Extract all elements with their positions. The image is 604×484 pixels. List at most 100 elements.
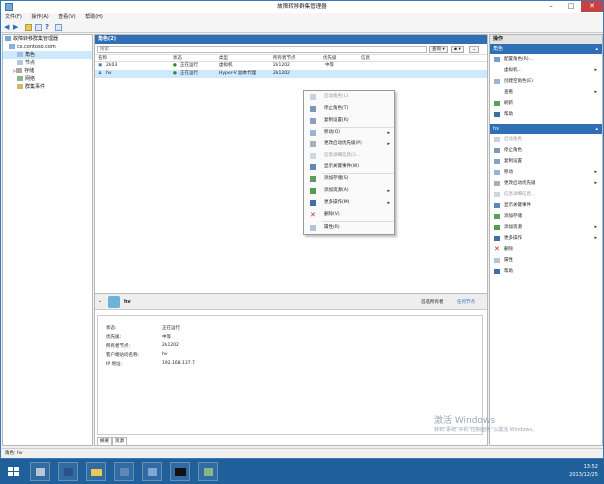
actions-section-roles[interactable]: 角色 ▴ — [490, 44, 602, 54]
actions-section-hv[interactable]: hv ▴ — [490, 124, 602, 134]
menu-add-storage[interactable]: 添加存储(S) — [304, 174, 394, 184]
tree-item-label: 角色 — [25, 52, 36, 58]
explorer-taskbar-button[interactable] — [86, 462, 106, 481]
query-button[interactable]: 查询 ▾ — [429, 46, 448, 53]
col-owner[interactable]: 所有者节点 — [273, 55, 296, 62]
action-start-role[interactable]: 启动角色 — [490, 134, 602, 145]
action-change-priority[interactable]: 更改启动优先级 ▸ — [490, 178, 602, 189]
action-virtual-machines[interactable]: 虚拟机... ▸ — [490, 65, 602, 76]
menu-start-role[interactable]: 启动角色(L) — [304, 92, 394, 102]
folder-icon[interactable] — [25, 24, 32, 31]
maximize-button[interactable]: □ — [563, 1, 579, 12]
action-stop-role[interactable]: 停止角色 — [490, 145, 602, 156]
properties-icon — [494, 258, 500, 263]
tree-item-networks[interactable]: 网络 — [3, 75, 92, 83]
action-info-details[interactable]: 信息详细信息... — [490, 189, 602, 200]
minimize-button[interactable]: – — [543, 1, 559, 12]
tab-resources[interactable]: 资源 — [112, 437, 127, 446]
properties-icon[interactable] — [35, 24, 42, 31]
menu-add-resource[interactable]: 添加资源(A) ▸ — [304, 186, 394, 196]
tree-root[interactable]: 故障转移群集管理器 — [3, 35, 92, 43]
toolbar: ◀ ▶ ? — [1, 22, 603, 33]
action-delete[interactable]: ✕ 删除 — [490, 244, 602, 255]
table-row[interactable]: ♟ hv ● 正在运行 Hyper-V 副本代理 2k1202 — [95, 70, 487, 78]
menu-more-actions[interactable]: 更多操作(M) ▸ — [304, 198, 394, 208]
empty-role-icon — [494, 79, 500, 84]
menu-item-label: 移动(O) — [324, 130, 341, 135]
action-create-empty-role[interactable]: 创建空角色(E) — [490, 76, 602, 87]
action-replication-settings[interactable]: 复制设置 — [490, 156, 602, 167]
action-label: 帮助 — [504, 269, 513, 274]
row-type: 虚拟机 — [219, 63, 233, 68]
col-name[interactable]: 名称 — [98, 55, 107, 62]
network-icon — [17, 76, 23, 81]
action-add-storage[interactable]: 添加存储 — [490, 211, 602, 222]
tree-item-nodes[interactable]: 节点 — [3, 59, 92, 67]
col-status[interactable]: 状态 — [173, 55, 182, 62]
menu-item-label: 更多操作(M) — [324, 200, 350, 205]
collapse-button[interactable]: ⌄ — [469, 46, 479, 53]
events-icon — [17, 84, 23, 89]
powershell-taskbar-button[interactable] — [58, 462, 78, 481]
menu-stop-role[interactable]: 停止角色(T) — [304, 104, 394, 114]
menu-help[interactable]: 帮助(H) — [81, 13, 107, 22]
menu-change-priority[interactable]: 更改启动优先级(P) ▸ — [304, 139, 394, 149]
tree-item-label: 网络 — [25, 76, 36, 82]
search-input[interactable]: 搜索 — [97, 46, 427, 53]
col-info[interactable]: 信息 — [361, 55, 370, 62]
action-refresh[interactable]: 刷新 — [490, 98, 602, 109]
menu-show-critical-events[interactable]: 显示关键事件(W) — [304, 162, 394, 172]
tree-item-events[interactable]: 群集事件 — [3, 83, 92, 91]
action-move[interactable]: 移动 ▸ — [490, 167, 602, 178]
menu-view[interactable]: 查看(V) — [54, 13, 79, 22]
action-view[interactable]: 查看 ▸ — [490, 87, 602, 98]
submenu-arrow-icon: ▸ — [594, 180, 597, 186]
system-clock[interactable]: 13:52 2013/12/25 — [569, 463, 598, 479]
action-label: 查看 — [504, 90, 513, 95]
forward-icon[interactable]: ▶ — [13, 24, 20, 31]
tab-summary[interactable]: 摘要 — [97, 437, 112, 446]
action-help[interactable]: 帮助 — [490, 109, 602, 120]
help-icon[interactable]: ? — [45, 24, 52, 31]
cluster-manager-taskbar-button[interactable] — [142, 462, 162, 481]
menu-action[interactable]: 操作(A) — [27, 13, 52, 22]
menu-delete[interactable]: ✕ 删除(V) — [304, 210, 394, 220]
table-row[interactable]: ▣ 2k03 ● 正在运行 虚拟机 2k1202 中等 — [95, 62, 487, 70]
start-button[interactable] — [4, 462, 24, 481]
tree-cluster[interactable]: cs.contoso.com — [3, 43, 92, 51]
console-icon[interactable] — [55, 24, 62, 31]
col-priority[interactable]: 优先级 — [323, 55, 337, 62]
activate-windows-hint: 转到"系统"中的"控制面板"以激活 Windows。 — [434, 427, 538, 433]
action-more-actions[interactable]: 更多操作 ▸ — [490, 233, 602, 244]
delete-icon: ✕ — [310, 211, 316, 219]
action-add-resource[interactable]: 添加资源 ▸ — [490, 222, 602, 233]
menu-replication-settings[interactable]: 复制设置(R) — [304, 116, 394, 126]
close-button[interactable]: ✕ — [581, 1, 603, 12]
action-show-critical-events[interactable]: 显示关键事件 — [490, 200, 602, 211]
save-query-button[interactable]: ▪ ▾ — [451, 46, 464, 53]
any-node-link[interactable]: 任何节点 — [457, 299, 475, 305]
ip-address-value: 192.168.137.7 — [162, 361, 195, 366]
menu-move[interactable]: 移动(O) ▸ — [304, 128, 394, 138]
menu-file[interactable]: 文件(F) — [1, 13, 26, 22]
powershell-icon — [64, 468, 73, 476]
back-icon[interactable]: ◀ — [4, 24, 11, 31]
hyperv-manager-taskbar-button[interactable] — [114, 462, 134, 481]
action-help-hv[interactable]: 帮助 — [490, 266, 602, 277]
tree-item-roles[interactable]: 角色 — [3, 51, 92, 59]
tree-item-label: 群集事件 — [25, 84, 46, 90]
tree-item-storage[interactable]: ▷ 存储 — [3, 67, 92, 75]
menu-info-details[interactable]: 信息详细信息(I)... — [304, 151, 394, 161]
menu-properties[interactable]: 属性(R) — [304, 223, 394, 233]
collapse-chevron-icon[interactable]: ⌄ — [98, 298, 102, 304]
collapse-up-icon: ▴ — [595, 126, 598, 132]
server-manager-taskbar-button[interactable] — [30, 462, 50, 481]
cmd-taskbar-button[interactable] — [170, 462, 190, 481]
col-type[interactable]: 类型 — [219, 55, 228, 62]
network-taskbar-button[interactable] — [198, 462, 218, 481]
action-label: 更多操作 — [504, 236, 522, 241]
menu-item-label: 停止角色(T) — [324, 106, 349, 111]
tree-item-label: 节点 — [25, 60, 36, 66]
action-configure-role[interactable]: 配置角色(R)... — [490, 54, 602, 65]
action-properties[interactable]: 属性 — [490, 255, 602, 266]
